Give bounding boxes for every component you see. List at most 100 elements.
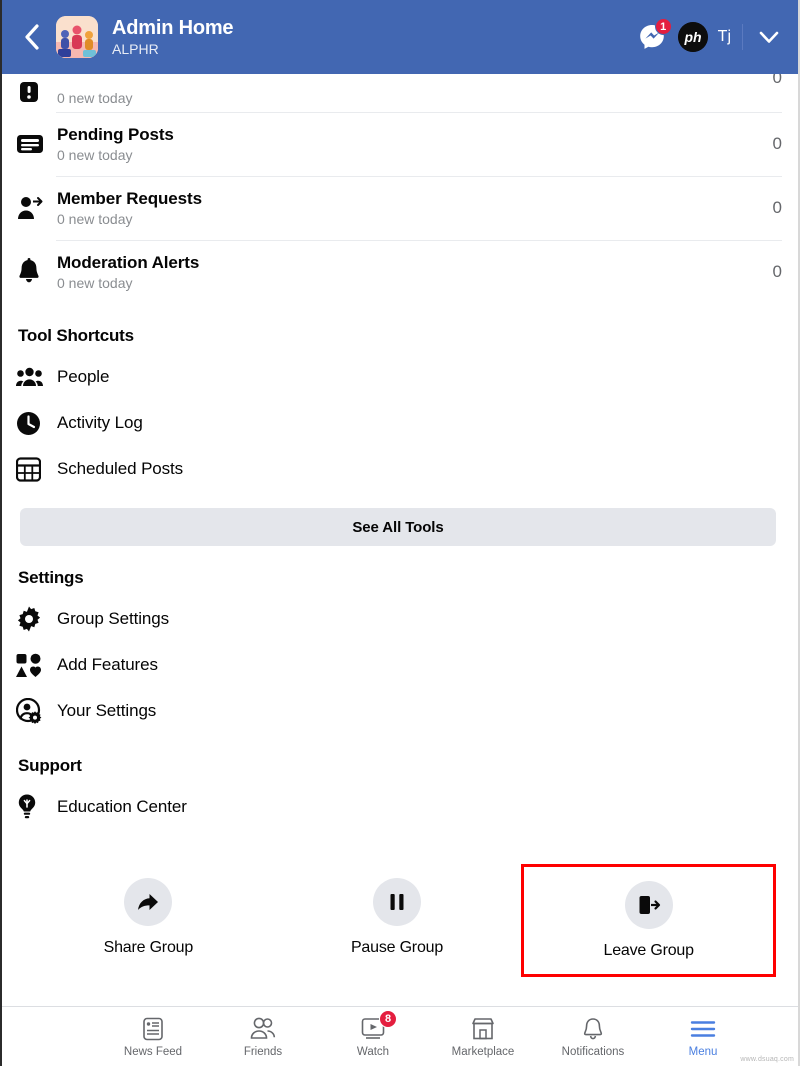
- admin-alerts-list: Reported Posts 0 new today 0 Pending Pos…: [2, 68, 798, 304]
- menu-item-group-settings[interactable]: Group Settings: [2, 596, 798, 642]
- share-group-button[interactable]: Share Group: [24, 864, 273, 977]
- watch-badge: 8: [379, 1009, 397, 1028]
- group-avatar-image: [56, 16, 98, 58]
- alert-texts: Reported Posts 0 new today: [56, 88, 763, 108]
- group-name: ALPHR: [112, 40, 159, 57]
- nav-label: Friends: [243, 1045, 283, 1058]
- leave-group-button[interactable]: Leave Group: [521, 864, 777, 977]
- support-list: Education Center: [2, 784, 798, 830]
- menu-item-people[interactable]: People: [2, 354, 798, 400]
- user-initials: Tj: [717, 28, 731, 45]
- alert-row-moderation-alerts[interactable]: Moderation Alerts 0 new today 0: [2, 240, 798, 304]
- nav-item-news-feed[interactable]: News Feed: [98, 1007, 208, 1066]
- messenger-badge: 1: [654, 18, 672, 35]
- alert-title: Moderation Alerts: [57, 252, 200, 272]
- hamburger-menu-icon: [690, 1016, 716, 1042]
- menu-label: Group Settings: [57, 609, 169, 628]
- nav-item-watch[interactable]: 8 Watch: [318, 1007, 428, 1066]
- menu-item-add-features[interactable]: Add Features: [2, 642, 798, 688]
- svg-text:ph: ph: [683, 29, 701, 45]
- alert-title: Pending Posts: [57, 124, 174, 144]
- alert-texts: Pending Posts 0 new today: [56, 124, 763, 165]
- leave-door-icon: [639, 896, 660, 914]
- nav-item-friends[interactable]: Friends: [208, 1007, 318, 1066]
- nav-label: Watch: [356, 1045, 390, 1058]
- main-content: Reported Posts 0 new today 0 Pending Pos…: [2, 0, 798, 1006]
- alert-subtitle: 0 new today: [57, 274, 133, 291]
- pause-group-circle: [373, 878, 421, 926]
- menu-label: Your Settings: [57, 701, 157, 720]
- pending-posts-icon: [16, 130, 56, 158]
- alert-title: Member Requests: [57, 188, 202, 208]
- alert-row-reported-posts[interactable]: Reported Posts 0 new today 0: [2, 68, 798, 112]
- alert-subtitle: 0 new today: [57, 146, 133, 163]
- menu-item-activity-log[interactable]: Activity Log: [2, 400, 798, 446]
- watch-icon: 8: [361, 1009, 397, 1042]
- pause-group-button[interactable]: Pause Group: [273, 864, 522, 977]
- nav-label: Menu: [688, 1045, 718, 1058]
- alert-row-member-requests[interactable]: Member Requests 0 new today 0: [2, 176, 798, 240]
- share-arrow-icon: [138, 894, 159, 910]
- section-heading-settings: Settings: [18, 568, 84, 587]
- member-requests-icon: [16, 194, 56, 222]
- menu-item-scheduled-posts[interactable]: Scheduled Posts: [2, 446, 798, 492]
- header-divider: [742, 24, 743, 50]
- app-header: Admin Home ALPHR 1 ph Tj: [2, 0, 798, 74]
- notifications-bell-icon: [582, 1016, 604, 1042]
- alert-texts: Member Requests 0 new today: [56, 188, 763, 229]
- alert-subtitle: 0 new today: [57, 210, 133, 227]
- leave-group-circle: [624, 881, 673, 929]
- calendar-grid-icon: [16, 456, 57, 482]
- person-gear-icon: [16, 698, 57, 724]
- action-label: Share Group: [103, 939, 194, 956]
- nav-item-notifications[interactable]: Notifications: [538, 1007, 648, 1066]
- profile-avatar[interactable]: ph: [677, 22, 708, 52]
- news-feed-icon: [141, 1016, 165, 1042]
- bell-icon: [16, 258, 56, 286]
- marketplace-icon: [471, 1016, 495, 1042]
- messenger-button[interactable]: 1: [635, 18, 672, 54]
- section-heading-support: Support: [18, 756, 82, 775]
- alert-count: 0: [772, 198, 782, 217]
- chevron-down-icon: [759, 31, 779, 43]
- action-label: Pause Group: [350, 939, 444, 956]
- profile-avatar-image: ph: [677, 22, 708, 52]
- alert-count: 0: [772, 262, 782, 281]
- menu-label: People: [57, 367, 110, 386]
- menu-item-your-settings[interactable]: Your Settings: [2, 688, 798, 734]
- back-button[interactable]: [12, 18, 50, 56]
- page-title: Admin Home: [112, 16, 234, 39]
- share-group-circle: [124, 878, 173, 926]
- tool-shortcuts-list: People Activity Log Scheduled Posts: [2, 354, 798, 492]
- alert-texts: Moderation Alerts 0 new today: [56, 252, 763, 293]
- nav-label: Notifications: [561, 1045, 625, 1058]
- pause-icon: [390, 894, 404, 910]
- alert-row-pending-posts[interactable]: Pending Posts 0 new today 0: [2, 112, 798, 176]
- group-actions-row: Share Group Pause Group Leave Group: [2, 864, 798, 977]
- nav-label: News Feed: [123, 1045, 183, 1058]
- menu-label: Add Features: [57, 655, 158, 674]
- people-icon: [16, 366, 57, 388]
- alert-subtitle: 0 new today: [57, 90, 133, 106]
- watermark: www.dsuaq.com: [740, 1056, 794, 1063]
- chevron-left-icon: [24, 24, 39, 50]
- gear-icon: [16, 606, 57, 632]
- clock-icon: [16, 411, 57, 436]
- action-label: Leave Group: [603, 942, 695, 959]
- header-menu-button[interactable]: [754, 22, 784, 52]
- settings-list: Group Settings Add Features Your Setting…: [2, 596, 798, 734]
- bottom-navigation: News Feed Friends 8 Watch Marketplace No…: [2, 1006, 798, 1066]
- app-screen: Admin Home ALPHR 1 ph Tj 0 new today 0 P…: [0, 0, 800, 1066]
- menu-label: Activity Log: [57, 413, 143, 432]
- add-features-icon: [16, 653, 57, 678]
- group-avatar[interactable]: [56, 16, 98, 58]
- exclamation-icon: [16, 74, 56, 108]
- alert-count: 0: [772, 134, 782, 153]
- header-actions: 1 ph Tj: [635, 18, 784, 54]
- nav-item-marketplace[interactable]: Marketplace: [428, 1007, 538, 1066]
- nav-label: Marketplace: [451, 1045, 515, 1058]
- header-text-block: Admin Home ALPHR: [112, 17, 635, 58]
- menu-item-education-center[interactable]: Education Center: [2, 784, 798, 830]
- menu-label: Scheduled Posts: [57, 459, 184, 478]
- see-all-tools-button[interactable]: See All Tools: [20, 508, 776, 546]
